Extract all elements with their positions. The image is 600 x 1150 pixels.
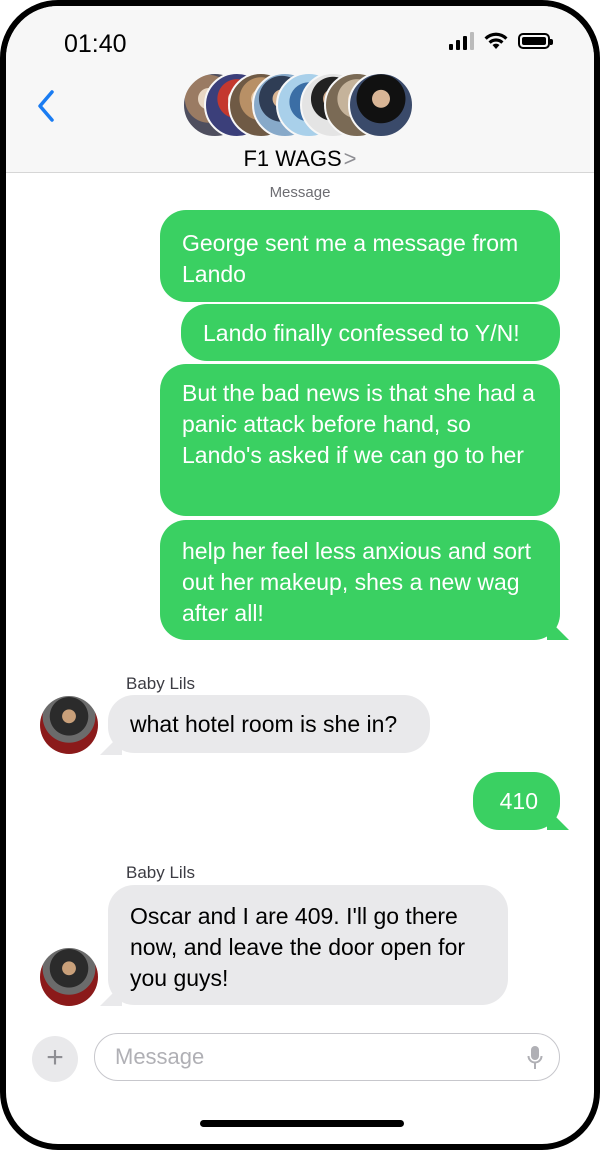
cellular-signal-icon [449,32,474,50]
message-text: But the bad news is that she had a panic… [182,380,535,468]
message-input-field[interactable] [94,1033,560,1081]
chevron-left-icon[interactable] [32,86,62,126]
sender-name: Baby Lils [126,863,195,882]
message-text: George sent me a message from Lando [182,230,519,287]
microphone-icon[interactable] [527,1045,543,1071]
chevron-right-icon: > [343,146,357,171]
conversation-header: 01:40 F1 WAGS> [6,6,594,173]
message-text: Lando finally confessed to Y/N! [203,320,520,346]
incoming-message-bubble[interactable]: what hotel room is she in? [108,695,430,753]
battery-icon [518,33,553,49]
message-text: what hotel room is she in? [130,711,398,737]
status-time: 01:40 [64,30,127,58]
outgoing-message-bubble[interactable]: George sent me a message from Lando [160,210,560,302]
phone-frame: 01:40 F1 WAGS> Message George sent me a … [0,0,600,1150]
group-name-button[interactable]: F1 WAGS> [6,146,594,172]
outgoing-message-bubble[interactable]: help her feel less anxious and sort out … [160,520,560,640]
message-input[interactable] [113,1034,517,1080]
message-text: Oscar and I are 409. I'll go there now, … [130,903,466,991]
message-text: 410 [499,788,538,814]
outgoing-message-bubble[interactable]: 410 [473,772,560,830]
add-attachment-button[interactable]: + [32,1036,78,1082]
incoming-message-bubble[interactable]: Oscar and I are 409. I'll go there now, … [108,885,508,1005]
outgoing-message-bubble[interactable]: Lando finally confessed to Y/N! [181,304,560,361]
member-avatar [348,72,414,138]
imessage-service-label: Message [269,184,331,201]
sender-name: Baby Lils [126,674,195,693]
sender-avatar[interactable] [40,948,98,1006]
group-avatars[interactable] [178,72,428,138]
message-text: help her feel less anxious and sort out … [182,538,532,626]
outgoing-message-bubble[interactable]: But the bad news is that she had a panic… [160,364,560,516]
home-indicator[interactable] [200,1120,404,1127]
wifi-icon [484,32,508,49]
sender-avatar[interactable] [40,696,98,754]
status-icons [449,32,553,50]
group-name: F1 WAGS [243,146,342,171]
